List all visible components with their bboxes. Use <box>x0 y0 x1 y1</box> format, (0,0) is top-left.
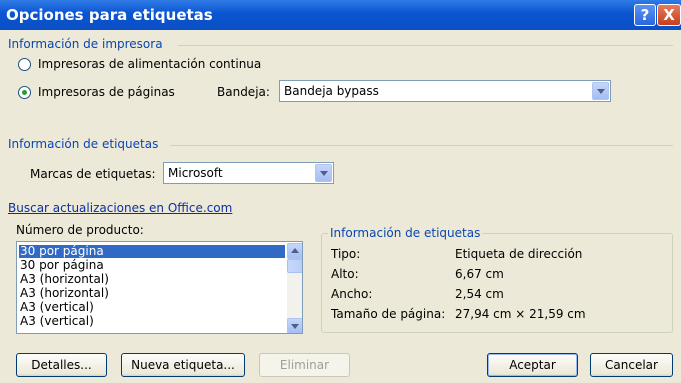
label-brand-label: Marcas de etiquetas: <box>30 167 156 181</box>
detail-key: Tamaño de página: <box>331 307 446 321</box>
label-info-section-title: Información de etiquetas <box>8 137 159 151</box>
tray-select-value: Bandeja bypass <box>284 84 379 98</box>
section-divider <box>170 145 673 146</box>
page-printers-radio[interactable] <box>18 86 31 99</box>
check-updates-link[interactable]: Buscar actualizaciones en Office.com <box>8 201 232 215</box>
page-printers-label[interactable]: Impresoras de páginas <box>38 85 175 99</box>
label-brand-select[interactable]: Microsoft <box>163 162 334 184</box>
delete-button[interactable]: Eliminar <box>259 353 350 377</box>
title-bar[interactable]: Opciones para etiquetas ? X <box>0 0 681 30</box>
scroll-up-icon[interactable] <box>287 243 302 259</box>
detail-key: Tipo: <box>331 247 361 261</box>
detail-key: Alto: <box>331 267 359 281</box>
list-item[interactable]: A3 (vertical) <box>19 301 285 314</box>
details-button[interactable]: Detalles... <box>16 353 107 377</box>
section-divider <box>178 45 673 46</box>
label-brand-value: Microsoft <box>168 166 223 180</box>
list-scrollbar[interactable] <box>287 243 302 333</box>
scroll-down-icon[interactable] <box>287 318 302 333</box>
detail-key: Ancho: <box>331 287 373 301</box>
radio-selected-dot <box>22 90 27 95</box>
continuous-feed-label[interactable]: Impresoras de alimentación continua <box>38 57 261 71</box>
list-item[interactable]: 30 por página <box>18 244 286 259</box>
product-number-list[interactable]: 30 por página 30 por página A3 (horizont… <box>16 241 303 334</box>
window-title: Opciones para etiquetas <box>6 6 213 24</box>
detail-value: Etiqueta de dirección <box>455 247 583 261</box>
ok-button[interactable]: Aceptar <box>487 353 578 377</box>
list-item[interactable]: A3 (vertical) <box>19 315 285 328</box>
new-label-button[interactable]: Nueva etiqueta... <box>121 353 245 377</box>
label-options-dialog: Opciones para etiquetas ? X Información … <box>0 0 681 383</box>
scroll-thumb[interactable] <box>287 259 302 273</box>
cancel-button[interactable]: Cancelar <box>590 353 673 377</box>
detail-value: 27,94 cm × 21,59 cm <box>455 307 586 321</box>
chevron-down-icon[interactable] <box>592 82 609 100</box>
help-button[interactable]: ? <box>634 4 656 26</box>
product-number-label: Número de producto: <box>16 223 144 237</box>
tray-label: Bandeja: <box>217 85 270 99</box>
chevron-down-icon[interactable] <box>315 164 332 182</box>
detail-value: 6,67 cm <box>455 267 504 281</box>
printer-info-section-title: Información de impresora <box>8 37 163 51</box>
list-item[interactable]: A3 (horizontal) <box>19 287 285 300</box>
list-item[interactable]: A3 (horizontal) <box>19 273 285 286</box>
label-details-title: Información de etiquetas <box>328 226 483 240</box>
detail-value: 2,54 cm <box>455 287 504 301</box>
close-button[interactable]: X <box>657 4 681 26</box>
continuous-feed-radio[interactable] <box>18 58 31 71</box>
tray-select[interactable]: Bandeja bypass <box>279 80 611 102</box>
list-item[interactable]: 30 por página <box>19 259 285 272</box>
